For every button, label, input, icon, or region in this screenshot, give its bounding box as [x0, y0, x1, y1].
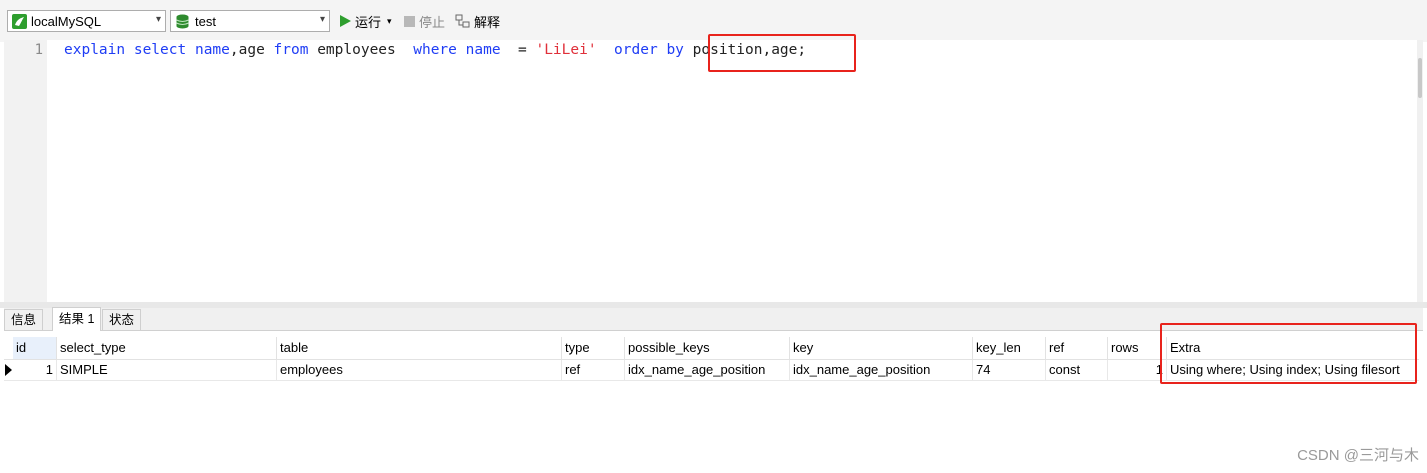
sql-token-plain: employees [308, 42, 414, 58]
current-row-indicator-icon [5, 364, 12, 376]
sql-token-plain: ,age [229, 42, 274, 58]
extra-column-highlight-box [1160, 323, 1417, 384]
col-header-type[interactable]: type [561, 337, 624, 359]
tab-status[interactable]: 状态 [102, 309, 142, 330]
watermark: CSDN @三河与木 [1297, 447, 1419, 464]
database-value: test [195, 13, 216, 29]
tab-info[interactable]: 信息 [4, 309, 44, 330]
cell-type[interactable]: ref [561, 360, 624, 380]
col-header-possible-keys[interactable]: possible_keys [624, 337, 789, 359]
stop-label: 停止 [419, 14, 446, 30]
cell-table[interactable]: employees [276, 360, 561, 380]
scrollbar-thumb[interactable] [1418, 58, 1422, 98]
sql-token-keyword: select [133, 42, 187, 58]
editor-scrollbar[interactable] [1417, 40, 1423, 302]
sql-token-keyword: from [273, 42, 309, 58]
sql-editor[interactable]: 1 explain select name,age from employees… [4, 40, 1418, 302]
explain-button[interactable]: 解释 [455, 12, 500, 30]
line-number: 1 [34, 42, 43, 58]
col-header-rows[interactable]: rows [1107, 337, 1166, 359]
cell-key-len[interactable]: 74 [972, 360, 1045, 380]
col-header-ref[interactable]: ref [1045, 337, 1107, 359]
sql-token-keyword: where [413, 42, 457, 58]
sql-token-keyword: order [614, 42, 658, 58]
col-header-key-len[interactable]: key_len [972, 337, 1045, 359]
cell-key[interactable]: idx_name_age_position [789, 360, 972, 380]
stop-button[interactable]: 停止 [404, 12, 445, 30]
database-select[interactable]: test ▾ [170, 10, 330, 32]
run-label: 运行 [355, 14, 382, 30]
sql-token-keyword: name [465, 42, 501, 58]
sql-token-plain [186, 42, 195, 58]
sql-token-plain [597, 42, 614, 58]
sql-token-keyword: name [194, 42, 230, 58]
order-by-highlight-box [708, 34, 856, 72]
cell-possible-keys[interactable]: idx_name_age_position [624, 360, 789, 380]
mysql-connection-icon [12, 13, 27, 29]
col-header-table[interactable]: table [276, 337, 561, 359]
chevron-down-icon: ▾ [319, 14, 325, 25]
play-icon [340, 15, 351, 27]
cell-id[interactable]: 1 [13, 360, 56, 380]
database-icon [176, 14, 189, 29]
sql-token-plain [457, 42, 466, 58]
sql-token-keyword: by [666, 42, 684, 58]
chevron-down-icon: ▾ [155, 14, 161, 25]
line-gutter: 1 [4, 40, 47, 302]
cell-select-type[interactable]: SIMPLE [56, 360, 276, 380]
sql-token-string: 'LiLei' [535, 42, 597, 58]
explain-label: 解释 [474, 14, 501, 30]
connection-value: localMySQL [31, 13, 102, 29]
connection-select[interactable]: localMySQL ▾ [7, 10, 166, 32]
col-header-key[interactable]: key [789, 337, 972, 359]
stop-icon [404, 15, 415, 27]
explain-icon [455, 14, 470, 29]
cell-ref[interactable]: const [1045, 360, 1107, 380]
cell-rows[interactable]: 1 [1107, 360, 1166, 380]
sql-token-keyword: explain [64, 42, 126, 58]
sql-token-plain: = [500, 42, 536, 58]
run-button[interactable]: 运行 ▾ [340, 12, 392, 30]
col-header-id[interactable]: id [13, 337, 56, 359]
sql-code-line[interactable]: explain select name,age from employees w… [64, 41, 806, 59]
sql-token-plain [125, 42, 134, 58]
run-dropdown-icon[interactable]: ▾ [387, 16, 392, 27]
tab-result-1[interactable]: 结果 1 [52, 307, 102, 331]
col-header-select-type[interactable]: select_type [56, 337, 276, 359]
